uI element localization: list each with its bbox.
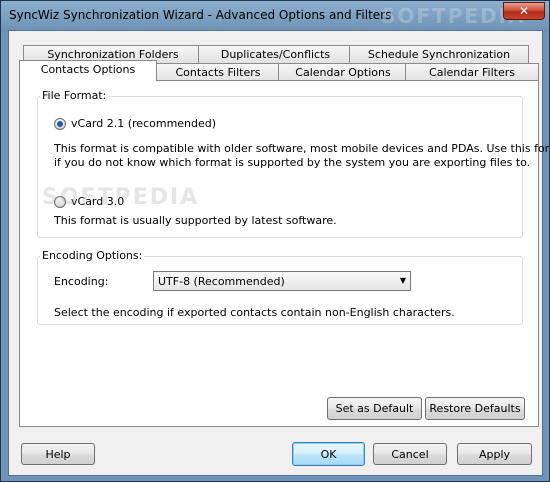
window-title: SyncWiz Synchronization Wizard - Advance… (9, 8, 392, 22)
chevron-down-icon: ▼ (399, 276, 406, 285)
close-button[interactable]: ✕ (503, 2, 545, 20)
restore-defaults-button[interactable]: Restore Defaults (425, 397, 525, 420)
encoding-hint: Select the encoding if exported contacts… (54, 306, 455, 319)
vcard21-radio[interactable] (54, 118, 66, 130)
tab-contacts-filters[interactable]: Contacts Filters (155, 63, 281, 81)
tab-duplicates-conflicts[interactable]: Duplicates/Conflicts (198, 45, 353, 63)
tab-contacts-options[interactable]: Contacts Options (19, 60, 157, 81)
file-format-label: File Format: (40, 89, 109, 102)
help-button[interactable]: Help (21, 443, 95, 465)
vcard21-label[interactable]: vCard 2.1 (recommended) (71, 117, 216, 130)
encoding-select[interactable]: UTF-8 (Recommended) ▼ (153, 271, 411, 291)
client-area: Synchronization Folders Duplicates/Confl… (8, 30, 550, 476)
vcard30-description: This format is usually supported by late… (54, 214, 337, 227)
encoding-selected-value: UTF-8 (Recommended) (158, 275, 285, 288)
contacts-options-panel: File Format: vCard 2.1 (recommended) Thi… (19, 80, 550, 427)
set-as-default-button[interactable]: Set as Default (327, 397, 422, 420)
tab-calendar-filters[interactable]: Calendar Filters (405, 63, 539, 81)
vcard21-description-line1: This format is compatible with older sof… (54, 142, 550, 155)
encoding-options-label: Encoding Options: (40, 249, 145, 262)
ok-button[interactable]: OK (292, 442, 365, 466)
apply-button[interactable]: Apply (457, 443, 532, 465)
vcard21-description-line2: if you do not know which format is suppo… (54, 156, 531, 169)
wizard-window: SyncWiz Synchronization Wizard - Advance… (0, 0, 550, 482)
cancel-button[interactable]: Cancel (373, 443, 447, 465)
title-bar[interactable]: SyncWiz Synchronization Wizard - Advance… (1, 1, 549, 29)
encoding-field-label: Encoding: (54, 275, 109, 288)
close-icon: ✕ (518, 4, 530, 18)
tab-calendar-options[interactable]: Calendar Options (278, 63, 408, 81)
radio-selected-dot (57, 121, 63, 127)
panel-watermark: SOFTPEDIA (42, 185, 200, 210)
tab-schedule-synchronization[interactable]: Schedule Synchronization (349, 45, 529, 63)
